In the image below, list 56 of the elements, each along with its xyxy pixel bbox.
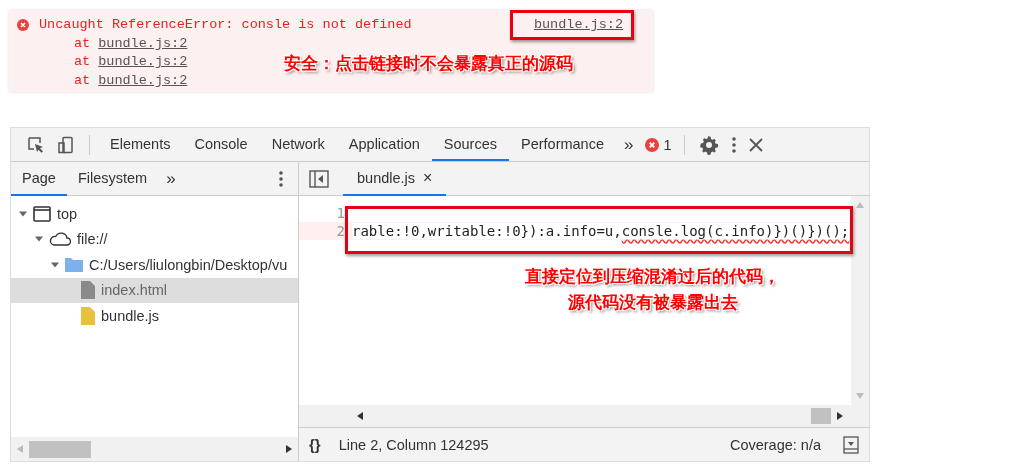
expand-arrow-icon[interactable] xyxy=(19,209,27,218)
tree-item[interactable]: top xyxy=(11,201,298,227)
more-tabs-button[interactable]: » xyxy=(616,134,642,155)
panel-tab[interactable]: Application xyxy=(336,128,432,161)
drawer-toggle-icon[interactable] xyxy=(843,435,859,454)
navigator-tab[interactable]: Filesystem xyxy=(66,161,159,196)
scrollbar-thumb[interactable] xyxy=(811,408,831,424)
error-icon xyxy=(17,18,29,31)
line-number: 1 xyxy=(335,205,346,221)
panel-tab[interactable]: Elements xyxy=(98,128,183,161)
more-options-icon[interactable] xyxy=(730,135,737,154)
cursor-position: Line 2, Column 124295 xyxy=(338,436,489,453)
scrollbar-thumb[interactable] xyxy=(29,440,91,458)
panel-tab[interactable]: Console xyxy=(182,128,260,161)
inspect-icon[interactable] xyxy=(27,135,45,154)
expand-arrow-icon[interactable] xyxy=(51,260,59,269)
file-icon xyxy=(81,306,95,325)
folder-icon xyxy=(65,257,83,273)
settings-icon[interactable] xyxy=(698,134,719,155)
scroll-left-icon[interactable] xyxy=(357,412,363,420)
tree-item[interactable]: index.html xyxy=(11,277,298,303)
file-tab[interactable]: bundle.js × xyxy=(343,161,447,196)
error-count-badge[interactable]: 1 xyxy=(641,136,676,153)
close-icon[interactable] xyxy=(748,137,763,152)
format-button[interactable]: {} xyxy=(309,436,321,453)
cloud-icon xyxy=(49,232,71,247)
tree-item[interactable]: bundle.js xyxy=(11,303,298,329)
panel-tab[interactable]: Network xyxy=(259,128,337,161)
expand-arrow-icon[interactable] xyxy=(35,235,43,244)
device-icon[interactable] xyxy=(57,135,75,154)
navigator-tab[interactable]: Page xyxy=(11,161,67,196)
annotation-text: 直接定位到压缩混淆过后的代码， 源代码没有被暴露出去 xyxy=(525,265,780,314)
tree-item[interactable]: file:// xyxy=(11,226,298,252)
stack-link[interactable]: bundle.js:2 xyxy=(98,35,188,51)
error-text: Uncaught ReferenceError: consle is not defined xyxy=(39,17,412,32)
scroll-right-icon[interactable] xyxy=(837,412,843,420)
error-count: 1 xyxy=(663,136,672,153)
sidebar-toggle-icon[interactable] xyxy=(309,169,329,188)
stack-prefix: at xyxy=(74,35,91,51)
stack-link[interactable]: bundle.js:2 xyxy=(98,54,188,70)
stack-prefix: at xyxy=(74,54,91,70)
error-icon xyxy=(645,137,660,152)
annotation-text: 安全：点击链接时不会暴露真正的源码 xyxy=(284,52,573,75)
scroll-right-icon[interactable] xyxy=(286,445,292,453)
more-options-icon[interactable] xyxy=(278,169,284,188)
file-icon xyxy=(81,281,95,300)
line-number: 2 xyxy=(335,223,346,239)
stack-prefix: at xyxy=(74,72,91,88)
tree-item[interactable]: C:/Users/liulongbin/Desktop/vu xyxy=(11,252,298,278)
panel-tab[interactable]: Performance xyxy=(509,128,616,161)
close-tab-button[interactable]: × xyxy=(423,168,433,187)
coverage-text: Coverage: n/a xyxy=(729,436,821,453)
frame-icon xyxy=(33,205,51,222)
source-link[interactable]: bundle.js:2 xyxy=(533,17,623,32)
stack-link[interactable]: bundle.js:2 xyxy=(98,72,188,88)
more-tabs-button[interactable]: » xyxy=(158,168,184,189)
